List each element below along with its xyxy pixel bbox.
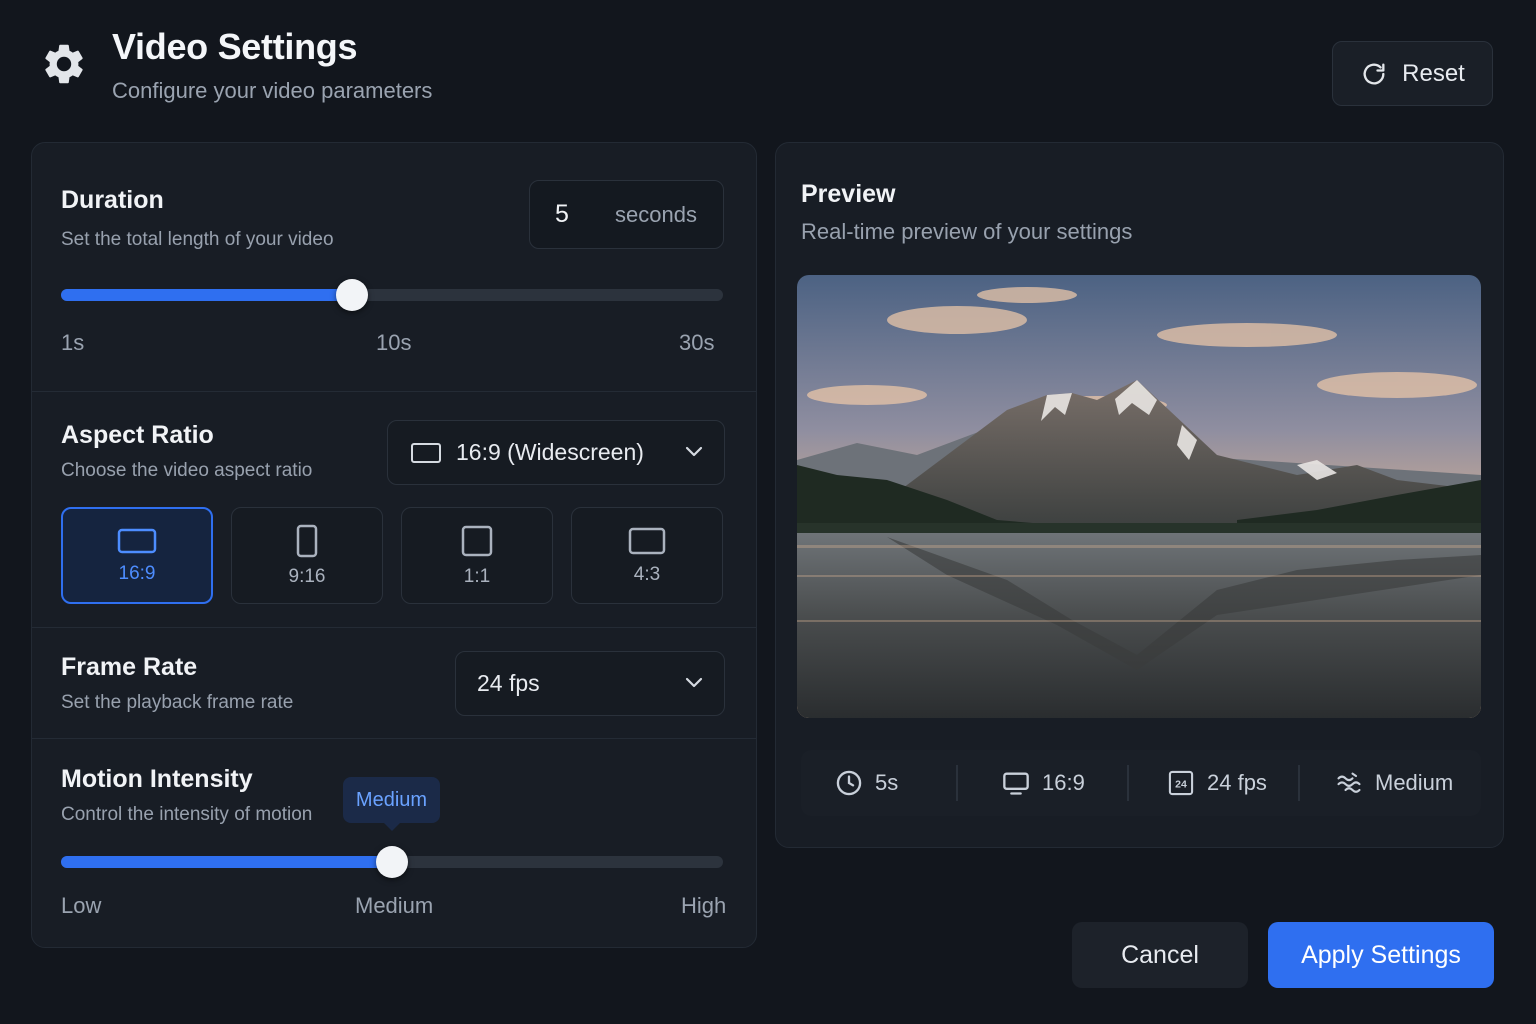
duration-title: Duration: [61, 186, 164, 214]
stat-motion: Medium: [1335, 750, 1453, 816]
duration-value: 5: [555, 200, 569, 228]
fps-icon: 24: [1168, 770, 1194, 796]
fps-badge: 24: [1175, 779, 1187, 791]
portrait-icon: [296, 524, 318, 557]
stat-separator: [956, 765, 958, 801]
preview-image: [797, 275, 1481, 718]
aspect-option-1-1[interactable]: 1:1: [401, 507, 553, 604]
stat-duration: 5s: [835, 750, 898, 816]
preview-title: Preview: [801, 180, 896, 208]
motion-icon: [1337, 772, 1361, 793]
motion-tick-medium: Medium: [355, 893, 434, 918]
frame-rate-subtitle: Set the playback frame rate: [61, 692, 294, 713]
motion-slider-thumb[interactable]: [376, 846, 408, 878]
aspect-ratio-select[interactable]: 16:9 (Widescreen): [387, 420, 725, 485]
aspect-title: Aspect Ratio: [61, 421, 214, 449]
stat-separator: [1298, 765, 1300, 801]
stat-fps-label: 24 fps: [1207, 770, 1267, 795]
stat-aspect: 16:9: [1002, 750, 1085, 816]
frame-rate-title: Frame Rate: [61, 653, 198, 681]
duration-unit: seconds: [615, 202, 697, 227]
reset-button[interactable]: Reset: [1332, 41, 1493, 106]
chevron-down-icon: [685, 446, 703, 457]
motion-tick-low: Low: [61, 893, 102, 918]
duration-tick-mid: 10s: [376, 330, 412, 355]
section-divider: [32, 391, 756, 392]
motion-slider-fill: [61, 856, 392, 868]
stat-fps: 24 24 fps: [1167, 750, 1267, 816]
aspect-option-4-3[interactable]: 4:3: [571, 507, 723, 604]
section-divider: [32, 627, 756, 628]
duration-slider-fill: [61, 289, 353, 301]
clock-icon: [836, 770, 862, 796]
aspect-option-label: 4:3: [633, 563, 661, 585]
duration-tick-min: 1s: [61, 330, 85, 355]
monitor-icon: [411, 442, 441, 463]
aspect-option-label: 1:1: [463, 565, 491, 587]
aspect-option-label: 9:16: [288, 565, 326, 587]
motion-subtitle: Control the intensity of motion: [61, 804, 313, 825]
aspect-option-label: 16:9: [118, 562, 156, 584]
motion-tooltip: Medium: [343, 777, 440, 831]
monitor-icon: [1003, 772, 1029, 795]
refresh-icon: [1363, 63, 1385, 84]
motion-tick-high: High: [681, 893, 727, 918]
aspect-option-9-16[interactable]: 9:16: [231, 507, 383, 604]
page-title: Video Settings: [112, 26, 358, 67]
aspect-subtitle: Choose the video aspect ratio: [61, 460, 313, 481]
widescreen-icon: [117, 528, 157, 553]
reset-label: Reset: [1402, 59, 1465, 87]
chevron-down-icon: [685, 677, 703, 688]
motion-title: Motion Intensity: [61, 765, 253, 793]
frame-rate-select[interactable]: 24 fps: [455, 651, 725, 716]
aspect-option-16-9[interactable]: 16:9: [61, 507, 213, 604]
frame-rate-selected: 24 fps: [477, 670, 540, 696]
duration-tick-max: 30s: [679, 330, 715, 355]
gear-icon: [45, 44, 83, 84]
stat-separator: [1127, 765, 1129, 801]
cancel-button[interactable]: Cancel: [1072, 922, 1248, 988]
standard-screen-icon: [628, 527, 666, 554]
page-subtitle: Configure your video parameters: [112, 78, 433, 103]
aspect-ratio-selected: 16:9 (Widescreen): [456, 439, 644, 465]
stat-duration-label: 5s: [875, 770, 899, 795]
stat-motion-label: Medium: [1375, 770, 1454, 795]
stat-aspect-label: 16:9: [1042, 770, 1085, 795]
square-icon: [461, 525, 493, 556]
duration-subtitle: Set the total length of your video: [61, 229, 334, 250]
preview-subtitle: Real-time preview of your settings: [801, 219, 1133, 244]
section-divider: [32, 738, 756, 739]
apply-settings-button[interactable]: Apply Settings: [1268, 922, 1494, 988]
